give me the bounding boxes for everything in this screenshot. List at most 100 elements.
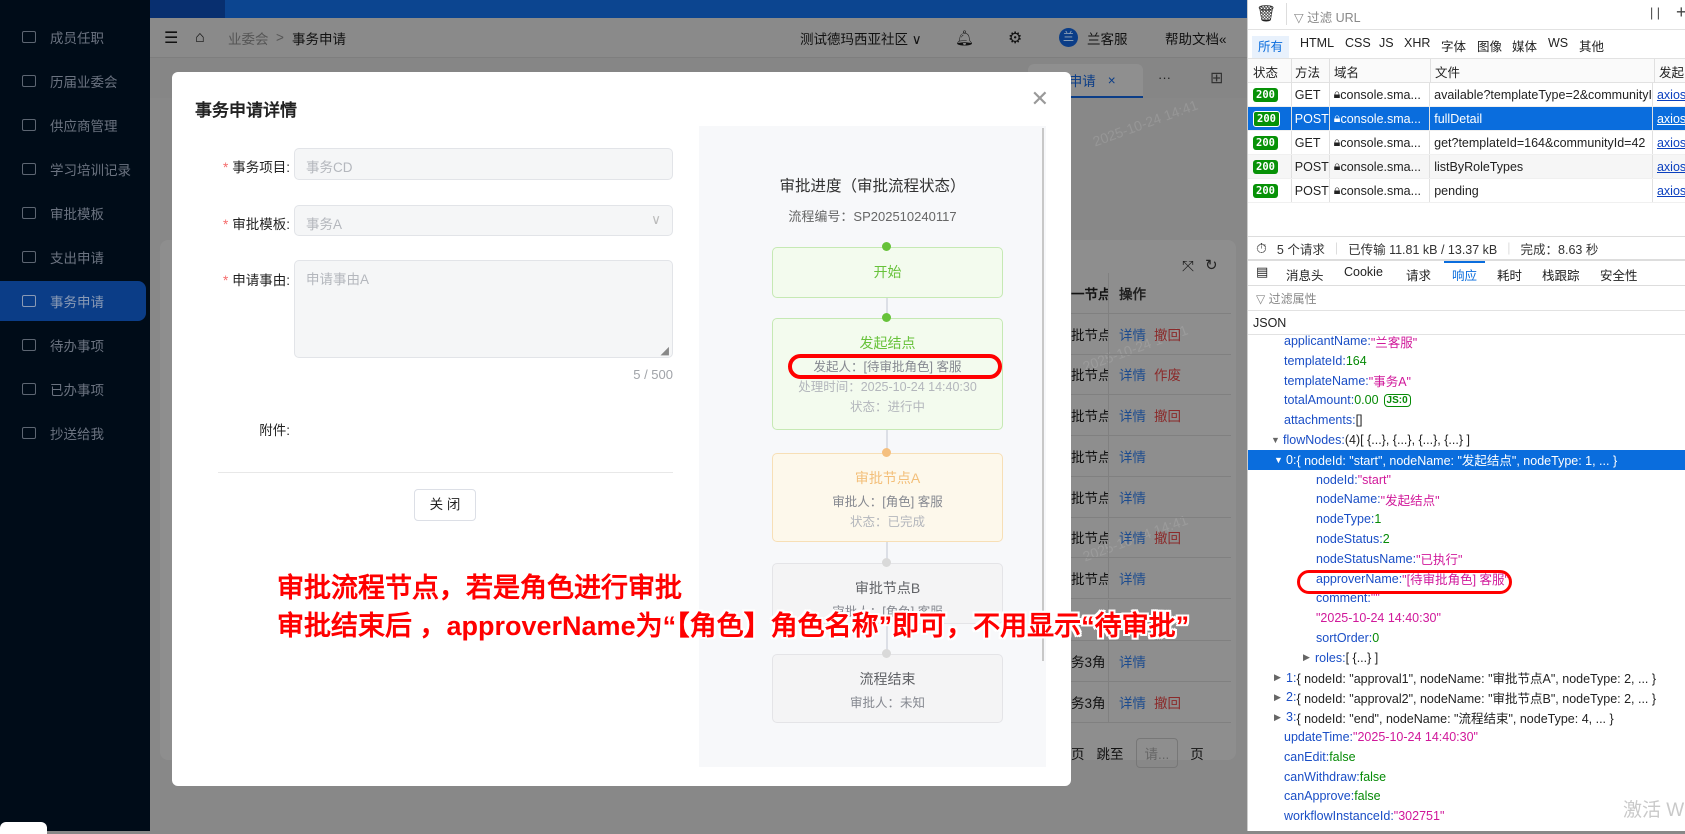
- avatar[interactable]: 兰: [1059, 28, 1078, 47]
- help-docs-link[interactable]: 帮助文档«: [1165, 28, 1227, 48]
- sidebar-item[interactable]: 事务申请: [0, 281, 146, 321]
- request-row[interactable]: 200 POST 🔒︎ console.sma... listByRoleTypes a…: [1248, 155, 1685, 179]
- filter-tab[interactable]: HTML: [1300, 36, 1334, 50]
- json-line[interactable]: nodeName: "发起结点": [1248, 489, 1685, 509]
- json-line[interactable]: updateTime: "2025-10-24 14:40:30": [1248, 727, 1685, 747]
- detail-tab[interactable]: 请求: [1406, 265, 1431, 284]
- json-line[interactable]: ▶ 3: { nodeId: "end", nodeName: "流程结束", n…: [1248, 707, 1685, 727]
- json-line[interactable]: ▼ flowNodes: (4)[ {...}, {...}, {...}, {.…: [1248, 430, 1685, 450]
- request-row[interactable]: 200 GET 🔒︎ console.sma... get?templateId=16…: [1248, 131, 1685, 155]
- detail-tab[interactable]: 耗时: [1497, 265, 1522, 284]
- row-action-link[interactable]: 撤回: [1154, 324, 1181, 344]
- json-line[interactable]: workflowInstanceId: "302751": [1248, 806, 1685, 826]
- filter-props-input[interactable]: ▽ 过滤属性: [1256, 290, 1317, 307]
- row-action-link[interactable]: 撤回: [1154, 405, 1181, 425]
- filter-tab[interactable]: WS: [1548, 36, 1568, 50]
- row-action-link[interactable]: 撤回: [1154, 527, 1181, 547]
- filter-tab[interactable]: CSS: [1345, 36, 1371, 50]
- gear-icon[interactable]: ⚙: [1008, 28, 1022, 48]
- initiator-link[interactable]: axios: [1653, 88, 1685, 102]
- floating-widget[interactable]: [0, 822, 47, 834]
- community-selector[interactable]: 测试德玛西亚社区 ∨: [800, 28, 922, 48]
- caret-right-icon[interactable]: ▶: [1274, 712, 1286, 723]
- sidebar-item[interactable]: 已办事项: [0, 369, 146, 409]
- caret-right-icon[interactable]: ▶: [1303, 652, 1315, 663]
- column-header[interactable]: 方法: [1292, 59, 1330, 83]
- json-line[interactable]: sortOrder: 0: [1248, 628, 1685, 648]
- detail-tab[interactable]: 响应: [1444, 261, 1486, 284]
- caret-down-icon[interactable]: ▼: [1271, 435, 1283, 445]
- sidebar-item[interactable]: 支出申请: [0, 237, 146, 277]
- row-action-link[interactable]: 详情: [1119, 651, 1146, 671]
- json-line[interactable]: templateId: 164: [1248, 351, 1685, 371]
- json-line[interactable]: canEdit: false: [1248, 747, 1685, 767]
- user-name[interactable]: 兰客服: [1087, 28, 1128, 48]
- row-action-link[interactable]: 详情: [1119, 527, 1146, 547]
- json-line[interactable]: ▶ roles: [ {...} ]: [1248, 648, 1685, 668]
- sidebar-item[interactable]: 历届业委会: [0, 61, 146, 101]
- json-line[interactable]: ▼ 0: { nodeId: "start", nodeName: "发起结点",…: [1248, 449, 1685, 470]
- jump-input[interactable]: 请...: [1135, 738, 1179, 768]
- row-action-link[interactable]: 详情: [1119, 364, 1146, 384]
- caret-right-icon[interactable]: ▶: [1274, 692, 1286, 703]
- grid-icon[interactable]: ⊞: [1210, 68, 1223, 88]
- json-line[interactable]: canApprove: false: [1248, 786, 1685, 806]
- json-line[interactable]: templateName: "事务A": [1248, 371, 1685, 391]
- filter-tab[interactable]: 媒体: [1512, 36, 1537, 55]
- json-line[interactable]: ▶ 2: { nodeId: "approval2", nodeName: "审批…: [1248, 687, 1685, 707]
- filter-tab[interactable]: 图像: [1477, 36, 1502, 55]
- top-nav-active-tab[interactable]: [150, 0, 225, 18]
- reason-textarea[interactable]: 申请事由A ◢: [294, 260, 673, 358]
- plus-icon[interactable]: +: [1676, 2, 1685, 23]
- column-header[interactable]: 发起: [1655, 62, 1684, 81]
- filter-tab[interactable]: 所有: [1252, 36, 1290, 60]
- detail-tab[interactable]: Cookie: [1344, 265, 1383, 279]
- bell-icon[interactable]: 🔔︎: [955, 29, 974, 47]
- row-action-link[interactable]: 作废: [1154, 364, 1181, 384]
- column-header[interactable]: 文件: [1431, 59, 1655, 83]
- initiator-link[interactable]: axios: [1653, 136, 1685, 150]
- json-line[interactable]: canWithdraw: false: [1248, 767, 1685, 787]
- tab-more-button[interactable]: ···: [1158, 70, 1171, 85]
- detail-tab[interactable]: 消息头: [1286, 265, 1324, 284]
- sidebar-item[interactable]: 审批模板: [0, 193, 146, 233]
- request-row[interactable]: 200 POST 🔒︎ console.sma... pending axios: [1248, 179, 1685, 203]
- json-line[interactable]: nodeType: 1: [1248, 509, 1685, 529]
- initiator-link[interactable]: axios: [1653, 112, 1685, 126]
- caret-down-icon[interactable]: ▼: [1274, 455, 1286, 465]
- item-input[interactable]: 事务CD: [294, 148, 673, 180]
- row-action-link[interactable]: 详情: [1119, 692, 1146, 712]
- sidebar-item[interactable]: 成员任职: [0, 17, 146, 57]
- json-line[interactable]: nodeStatusName: "已执行": [1248, 549, 1685, 569]
- row-action-link[interactable]: 撤回: [1154, 692, 1181, 712]
- detail-tab[interactable]: 栈跟踪: [1542, 265, 1580, 284]
- json-line[interactable]: nodeId: "start": [1248, 470, 1685, 490]
- trash-icon[interactable]: 🗑︎: [1256, 4, 1276, 24]
- template-select[interactable]: 事务A ∨: [294, 205, 673, 236]
- filter-tab[interactable]: 其他: [1579, 36, 1604, 55]
- json-line[interactable]: attachments: []: [1248, 410, 1685, 430]
- row-action-link[interactable]: 详情: [1119, 405, 1146, 425]
- page-size-select[interactable]: 页: [1071, 743, 1085, 763]
- sidebar-item[interactable]: 学习培训记录: [0, 149, 146, 189]
- request-row[interactable]: 200 POST 🔒︎ console.sma... fullDetail axios: [1248, 107, 1685, 131]
- sidebar-item[interactable]: 待办事项: [0, 325, 146, 365]
- json-line[interactable]: nodeStatus: 2: [1248, 529, 1685, 549]
- json-line[interactable]: ▶ 1: { nodeId: "approval1", nodeName: "审批…: [1248, 668, 1685, 688]
- pause-icon[interactable]: | |: [1650, 6, 1660, 20]
- filter-tab[interactable]: 字体: [1441, 36, 1466, 55]
- resize-handle-icon[interactable]: ◢: [661, 344, 669, 357]
- detail-tab[interactable]: 安全性: [1600, 265, 1638, 284]
- close-icon[interactable]: ✕: [1031, 86, 1049, 112]
- row-action-link[interactable]: 详情: [1119, 446, 1146, 466]
- column-header[interactable]: 域名: [1330, 59, 1431, 83]
- filter-url-input[interactable]: ▽ 过滤 URL: [1294, 7, 1361, 26]
- headers-panel-icon[interactable]: ▤: [1256, 264, 1268, 280]
- initiator-link[interactable]: axios: [1653, 184, 1685, 198]
- close-tab-icon[interactable]: ×: [1108, 73, 1116, 88]
- breadcrumb-parent[interactable]: 业委会: [228, 28, 269, 48]
- request-row[interactable]: 200 GET 🔒︎ console.sma... available?templat…: [1248, 83, 1685, 107]
- filter-tab[interactable]: JS: [1379, 36, 1394, 50]
- close-button[interactable]: 关 闭: [414, 489, 476, 521]
- caret-right-icon[interactable]: ▶: [1274, 672, 1286, 683]
